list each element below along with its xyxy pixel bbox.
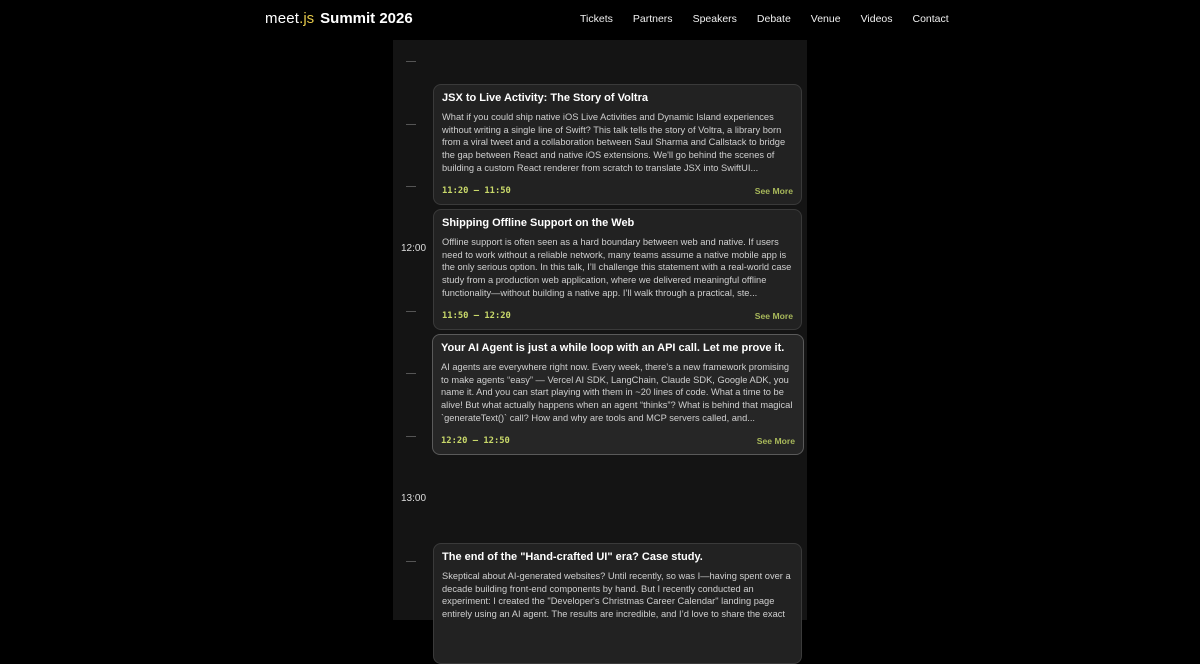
talk-card-voltra[interactable]: JSX to Live Activity: The Story of Voltr… [433, 84, 802, 205]
see-more-link[interactable]: See More [755, 186, 793, 196]
time-label-1200: 12:00 [401, 243, 427, 254]
nav-debate[interactable]: Debate [757, 13, 791, 25]
talk-time: 12:20 – 12:50 [441, 436, 510, 446]
timeline-tick [406, 61, 416, 62]
nav-videos[interactable]: Videos [861, 13, 893, 25]
talk-title: The end of the "Hand-crafted UI" era? Ca… [442, 551, 703, 563]
nav-tickets[interactable]: Tickets [580, 13, 613, 25]
see-more-link[interactable]: See More [755, 311, 793, 321]
timeline-tick [406, 124, 416, 125]
talk-card-hand-crafted-ui[interactable]: The end of the "Hand-crafted UI" era? Ca… [433, 543, 802, 664]
main-nav: Tickets Partners Speakers Debate Venue V… [580, 13, 949, 25]
talk-card-ai-agent[interactable]: Your AI Agent is just a while loop with … [432, 334, 804, 455]
talk-description: Skeptical about AI-generated websites? U… [442, 571, 791, 620]
timeline-tick [406, 436, 416, 437]
logo-summit-text: Summit 2026 [320, 10, 413, 27]
logo-js-text: .js [299, 10, 315, 27]
talk-card-offline-support[interactable]: Shipping Offline Support on the Web Offl… [433, 209, 802, 330]
nav-speakers[interactable]: Speakers [693, 13, 737, 25]
talk-title: Shipping Offline Support on the Web [442, 217, 635, 229]
nav-venue[interactable]: Venue [811, 13, 841, 25]
talk-time: 11:20 – 11:50 [442, 186, 511, 196]
timeline-tick [406, 186, 416, 187]
timeline-tick [406, 311, 416, 312]
timeline-tick [406, 561, 416, 562]
see-more-link[interactable]: See More [757, 436, 795, 446]
logo-meet-text: meet [265, 10, 300, 27]
talk-description: AI agents are everywhere right now. Ever… [441, 362, 793, 423]
nav-partners[interactable]: Partners [633, 13, 673, 25]
talk-description: Offline support is often seen as a hard … [442, 237, 792, 298]
top-navigation-bar: meet .js Summit 2026 Tickets Partners Spe… [0, 0, 1200, 40]
nav-contact[interactable]: Contact [913, 13, 949, 25]
site-logo[interactable]: meet .js Summit 2026 [265, 10, 413, 27]
talk-title: Your AI Agent is just a while loop with … [441, 342, 785, 354]
talk-title: JSX to Live Activity: The Story of Voltr… [442, 92, 648, 104]
time-label-1300: 13:00 [401, 493, 427, 504]
talk-time: 11:50 – 12:20 [442, 311, 511, 321]
schedule-timeline[interactable]: 12:00 13:00 JSX to Live Activity: The St… [393, 40, 807, 664]
talk-description: What if you could ship native iOS Live A… [442, 112, 786, 173]
timeline-tick [406, 373, 416, 374]
